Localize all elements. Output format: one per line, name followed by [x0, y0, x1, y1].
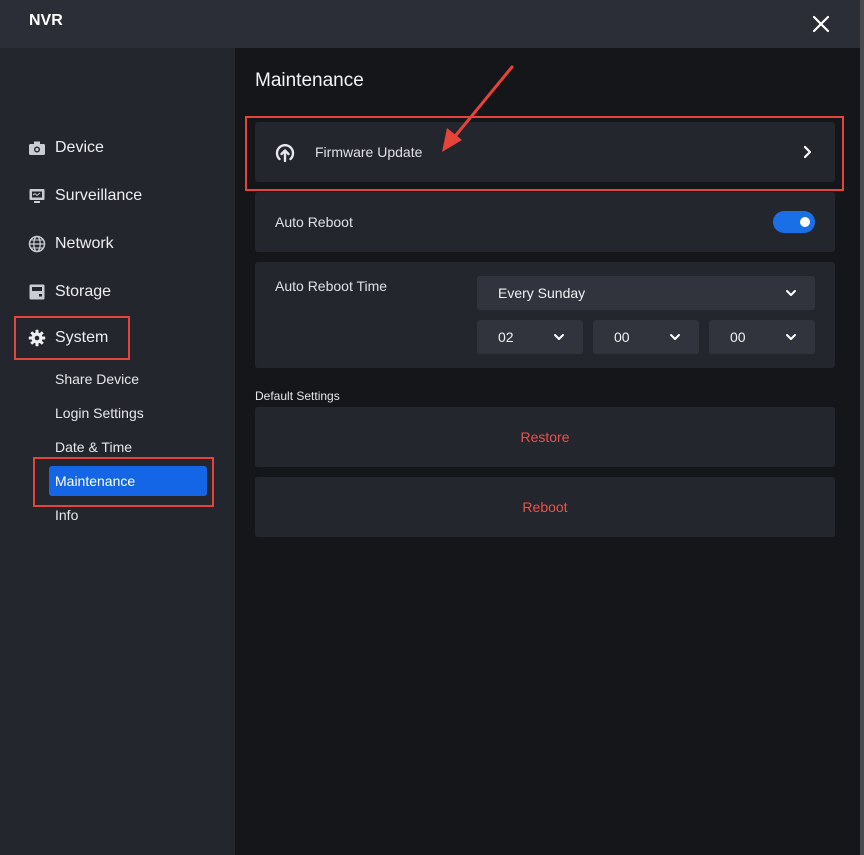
reboot-hour-value: 02: [498, 329, 514, 345]
chevron-down-icon: [554, 334, 564, 340]
sidebar-item-device[interactable]: Device: [14, 126, 214, 170]
sidebar-item-label: System: [55, 329, 109, 346]
reboot-second-value: 00: [730, 329, 746, 345]
title-bar: NVR: [0, 0, 860, 48]
chevron-down-icon: [670, 334, 680, 340]
reboot-hour-select[interactable]: 02: [477, 320, 583, 354]
toggle-knob: [800, 217, 810, 227]
reboot-day-value: Every Sunday: [498, 285, 586, 301]
monitor-icon: [26, 185, 48, 207]
auto-reboot-time-label: Auto Reboot Time: [275, 278, 388, 294]
reboot-minute-select[interactable]: 00: [593, 320, 699, 354]
storage-icon: [26, 281, 48, 303]
sidebar-item-system[interactable]: System: [14, 316, 130, 360]
restore-button[interactable]: Restore: [255, 407, 835, 467]
sidebar-subitem-share-device[interactable]: Share Device: [49, 364, 207, 394]
sidebar-subitem-login-settings[interactable]: Login Settings: [49, 398, 207, 428]
background-edge: [860, 0, 864, 855]
app-title: NVR: [29, 12, 63, 29]
auto-reboot-row: Auto Reboot: [255, 192, 835, 252]
camera-icon: [26, 137, 48, 159]
reboot-button[interactable]: Reboot: [255, 477, 835, 537]
auto-reboot-label: Auto Reboot: [275, 214, 353, 230]
reboot-minute-value: 00: [614, 329, 630, 345]
close-icon: [812, 15, 830, 33]
reboot-day-select[interactable]: Every Sunday: [477, 276, 815, 310]
sidebar-item-label: Network: [55, 235, 114, 252]
auto-reboot-time-row: Auto Reboot Time Every Sunday 02 00 00: [255, 262, 835, 368]
maintenance-highlight-box: [33, 457, 214, 507]
firmware-highlight-box: [245, 116, 844, 191]
page-title: Maintenance: [255, 70, 364, 91]
sidebar-item-network[interactable]: Network: [14, 222, 214, 266]
sidebar-item-surveillance[interactable]: Surveillance: [14, 174, 214, 218]
gear-icon: [26, 327, 48, 349]
close-button[interactable]: [806, 10, 836, 38]
chevron-down-icon: [786, 334, 796, 340]
globe-icon: [26, 233, 48, 255]
sidebar-item-label: Surveillance: [55, 187, 143, 204]
sidebar-item-label: Storage: [55, 283, 112, 300]
default-settings-label: Default Settings: [255, 389, 340, 403]
auto-reboot-toggle[interactable]: [773, 211, 815, 233]
nvr-window: NVR Device Surveillance Network Storage …: [0, 0, 860, 855]
main-panel: Maintenance Firmware Update Auto Reboot …: [235, 48, 860, 855]
sidebar: Device Surveillance Network Storage Syst…: [0, 48, 235, 855]
sidebar-item-storage[interactable]: Storage: [14, 270, 214, 314]
reboot-second-select[interactable]: 00: [709, 320, 815, 354]
sidebar-item-label: Device: [55, 139, 104, 156]
chevron-down-icon: [786, 290, 796, 296]
